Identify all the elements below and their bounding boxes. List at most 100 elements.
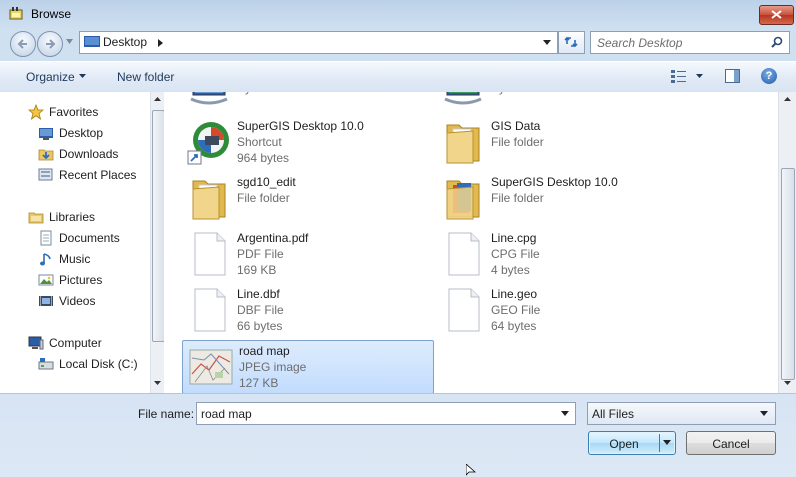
scroll-up-icon[interactable] xyxy=(154,97,161,101)
list-item-selected[interactable]: road map JPEG image 127 KB xyxy=(182,340,434,393)
refresh-button[interactable] xyxy=(558,31,585,54)
file-size: 169 KB xyxy=(237,263,277,277)
forward-button[interactable] xyxy=(37,31,63,57)
sidebar-group-label: Favorites xyxy=(49,105,99,119)
file-size: 66 bytes xyxy=(237,319,283,333)
list-item[interactable]: System Folder xyxy=(435,92,685,114)
folder-icon xyxy=(446,124,480,164)
supergis-shortcut-icon xyxy=(187,122,229,165)
file-name: Line.geo xyxy=(491,287,538,301)
map-thumbnail-icon xyxy=(189,349,233,385)
close-button[interactable] xyxy=(759,5,794,25)
organize-dropdown-icon[interactable] xyxy=(79,74,86,78)
list-item[interactable]: Line.dbf DBF File 66 bytes xyxy=(181,284,431,336)
downloads-icon xyxy=(38,149,54,161)
address-dropdown-icon[interactable] xyxy=(543,40,551,45)
new-folder-button[interactable]: New folder xyxy=(117,70,174,84)
organize-button[interactable]: Organize xyxy=(26,70,75,84)
file-type: System Folder xyxy=(237,92,314,95)
list-item[interactable]: SuperGIS Desktop 10.0 Shortcut 964 bytes xyxy=(181,116,431,168)
list-item[interactable]: sgd10_edit File folder xyxy=(181,172,431,224)
file-name: GIS Data xyxy=(491,119,541,133)
sidebar-group-computer[interactable]: Computer xyxy=(0,333,150,353)
dialog-footer: File name: road map All Files Open Cance… xyxy=(0,393,796,477)
network-icon xyxy=(444,92,482,105)
view-options-dropdown-icon[interactable] xyxy=(696,74,703,78)
split-button-divider xyxy=(659,434,660,452)
file-name: SuperGIS Desktop 10.0 xyxy=(237,119,364,133)
file-name-value[interactable]: road map xyxy=(201,407,252,421)
list-item[interactable]: System Folder xyxy=(181,92,431,114)
title-bar: Browse xyxy=(0,0,796,28)
cancel-button-label: Cancel xyxy=(712,437,750,451)
file-type: GEO File xyxy=(491,303,541,317)
sidebar-item-label: Pictures xyxy=(59,273,103,287)
file-type: CPG File xyxy=(491,247,540,261)
sidebar-item-pictures[interactable]: Pictures xyxy=(0,270,150,290)
file-list: System Folder System Folder SuperGIS Des… xyxy=(167,92,778,393)
scroll-up-icon[interactable] xyxy=(784,97,791,101)
help-button[interactable]: ? xyxy=(761,68,777,84)
list-item[interactable]: Line.geo GEO File 64 bytes xyxy=(435,284,685,336)
sidebar-group-label: Libraries xyxy=(49,210,96,224)
list-item[interactable]: SuperGIS Desktop 10.0 File folder xyxy=(435,172,685,224)
open-button[interactable]: Open xyxy=(588,431,676,455)
list-item[interactable]: GIS Data File folder xyxy=(435,116,685,168)
change-view-icon[interactable] xyxy=(671,69,687,83)
file-list-scroll-thumb[interactable] xyxy=(781,168,795,380)
recent-pages-chevron-icon[interactable] xyxy=(66,39,73,44)
sidebar-item-music[interactable]: Music xyxy=(0,249,150,269)
list-item[interactable]: Line.cpg CPG File 4 bytes xyxy=(435,228,685,280)
sidebar-item-recent-places[interactable]: Recent Places xyxy=(0,165,150,185)
arrow-right-icon xyxy=(46,39,56,49)
file-type: File folder xyxy=(237,191,290,205)
documents-icon xyxy=(40,230,52,246)
scroll-down-icon[interactable] xyxy=(784,381,791,385)
sidebar-item-downloads[interactable]: Downloads xyxy=(0,144,150,164)
sidebar-item-label: Documents xyxy=(59,231,120,245)
sidebar-group-libraries[interactable]: Libraries xyxy=(0,207,150,227)
file-size: 64 bytes xyxy=(491,319,537,333)
list-item[interactable]: Argentina.pdf PDF File 169 KB xyxy=(181,228,431,280)
file-type: File folder xyxy=(491,191,544,205)
chevron-down-icon[interactable] xyxy=(561,411,569,416)
breadcrumb-chevron-icon[interactable] xyxy=(158,39,163,47)
desktop-icon xyxy=(39,128,53,140)
libraries-icon xyxy=(28,212,44,224)
sidebar-group-favorites[interactable]: Favorites xyxy=(0,102,150,122)
sidebar-group-label: Computer xyxy=(49,336,102,350)
scroll-down-icon[interactable] xyxy=(154,381,161,385)
file-type: File folder xyxy=(491,135,544,149)
star-icon xyxy=(28,104,44,120)
search-icon[interactable] xyxy=(771,36,783,48)
file-type-filter-select[interactable]: All Files xyxy=(587,402,776,425)
sidebar-scrollbar[interactable] xyxy=(150,92,165,393)
sidebar-item-desktop[interactable]: Desktop xyxy=(0,123,150,143)
back-button[interactable] xyxy=(10,31,36,57)
navigation-row: Desktop Search Desktop xyxy=(0,28,796,58)
sidebar-item-label: Local Disk (C:) xyxy=(59,357,138,371)
file-size: 4 bytes xyxy=(491,263,530,277)
address-bar[interactable]: Desktop xyxy=(79,31,558,54)
sidebar-item-label: Recent Places xyxy=(59,168,137,182)
file-type: System Folder xyxy=(491,92,568,95)
sidebar-item-local-disk[interactable]: Local Disk (C:) xyxy=(0,354,150,374)
local-disk-icon xyxy=(38,358,54,370)
file-list-scrollbar[interactable] xyxy=(778,92,796,393)
file-name-input[interactable]: road map xyxy=(196,402,576,425)
preview-pane-icon[interactable] xyxy=(725,69,740,83)
browse-dialog: Browse Desktop Search Desktop Organize N… xyxy=(0,0,796,477)
file-type: JPEG image xyxy=(239,360,307,374)
search-input[interactable]: Search Desktop xyxy=(590,31,790,54)
file-name: Line.dbf xyxy=(237,287,280,301)
content-area: Favorites Desktop Downloads Recent Place… xyxy=(0,92,796,393)
open-options-dropdown-icon[interactable] xyxy=(663,440,671,445)
address-location[interactable]: Desktop xyxy=(103,35,147,49)
window-title: Browse xyxy=(31,7,72,21)
sidebar-item-videos[interactable]: Videos xyxy=(0,291,150,311)
sidebar-item-documents[interactable]: Documents xyxy=(0,228,150,248)
cancel-button[interactable]: Cancel xyxy=(686,431,776,455)
sidebar-item-label: Desktop xyxy=(59,126,104,140)
file-name: Argentina.pdf xyxy=(237,231,309,245)
desktop-icon xyxy=(84,36,100,47)
